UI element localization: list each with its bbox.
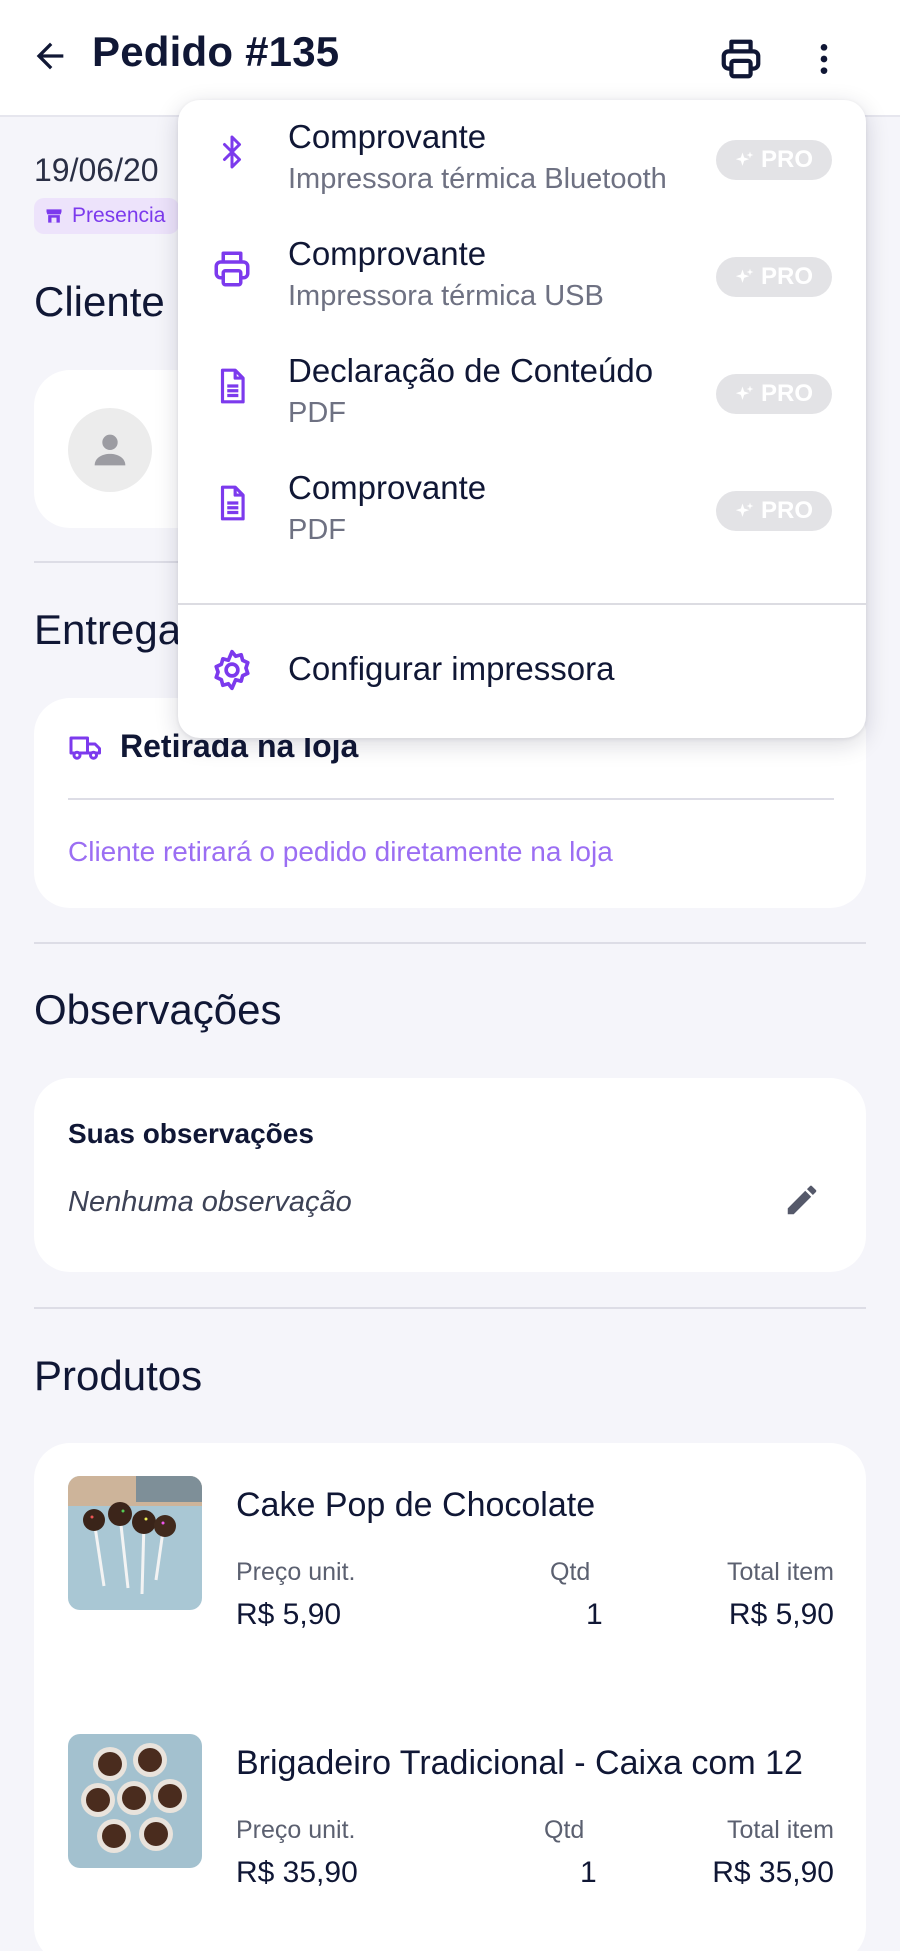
sparkle-icon (735, 385, 754, 400)
quantity-label: Qtd (544, 1816, 585, 1844)
item-total: R$ 35,90 (712, 1856, 834, 1889)
quantity: 1 (580, 1856, 597, 1889)
menu-item-title: Declaração de Conteúdo (288, 352, 654, 389)
menu-item-title: Configurar impressora (288, 650, 615, 687)
sparkle-icon (735, 502, 754, 517)
unit-price: R$ 5,90 (236, 1598, 342, 1631)
menu-item-configure-printer[interactable]: Configurar impressora (178, 610, 866, 730)
menu-item-title: Comprovante (288, 469, 487, 506)
unit-price-label: Preço unit. (236, 1816, 356, 1844)
unit-price-label: Preço unit. (236, 1558, 356, 1586)
person-icon (94, 434, 126, 466)
printer-icon (721, 39, 761, 79)
print-options-menu: Comprovante Impressora térmica Bluetooth… (178, 100, 866, 738)
pro-badge-label: PRO (760, 146, 813, 173)
client-heading: Cliente (34, 278, 165, 325)
pro-badge-label: PRO (760, 263, 813, 290)
pencil-icon (787, 1185, 817, 1215)
pro-badge: PRO (716, 491, 832, 531)
store-icon (46, 209, 62, 223)
menu-item-bluetooth-receipt[interactable]: Comprovante Impressora térmica Bluetooth… (178, 100, 866, 217)
product-item[interactable]: Brigadeiro Tradicional - Caixa com 12 Pr… (68, 1734, 834, 1934)
product-item[interactable]: Cake Pop de Chocolate Preço unit. Qtd To… (68, 1476, 834, 1676)
unit-price: R$ 35,90 (236, 1856, 358, 1889)
observations-label: Suas observações (68, 1118, 314, 1149)
menu-item-receipt-pdf[interactable]: Comprovante PDF PRO (178, 451, 866, 568)
pro-badge: PRO (716, 257, 832, 297)
printer-icon (208, 245, 256, 293)
delivery-heading: Entrega (34, 606, 182, 653)
menu-item-content-declaration-pdf[interactable]: Declaração de Conteúdo PDF PRO (178, 334, 866, 451)
product-image (68, 1476, 202, 1610)
avatar (68, 408, 152, 492)
arrow-left-icon (36, 42, 64, 70)
more-options-button[interactable] (800, 32, 848, 86)
menu-divider (178, 603, 866, 605)
page-title: Pedido #135 (92, 28, 340, 75)
observations-card: Suas observações Nenhuma observação (34, 1078, 866, 1272)
truck-icon (69, 736, 101, 760)
item-total: R$ 5,90 (728, 1598, 834, 1631)
products-heading: Produtos (34, 1352, 203, 1399)
products-card: Cake Pop de Chocolate Preço unit. Qtd To… (34, 1443, 866, 1951)
bluetooth-icon (208, 128, 256, 176)
quantity: 1 (586, 1598, 603, 1631)
delivery-note: Cliente retirará o pedido diretamente na… (68, 836, 613, 867)
menu-item-title: Comprovante (288, 118, 487, 155)
menu-item-usb-receipt[interactable]: Comprovante Impressora térmica USB PRO (178, 217, 866, 334)
back-button[interactable] (26, 32, 74, 80)
sparkle-icon (735, 151, 754, 166)
section-divider (34, 942, 866, 944)
pro-badge: PRO (716, 140, 832, 180)
product-name: Brigadeiro Tradicional - Caixa com 12 (236, 1744, 803, 1782)
menu-item-subtitle: PDF (288, 514, 346, 546)
quantity-label: Qtd (550, 1558, 591, 1586)
channel-label: Presencia (72, 204, 166, 227)
more-vertical-icon (820, 44, 828, 74)
section-divider (34, 1307, 866, 1309)
pro-badge-label: PRO (760, 380, 813, 407)
pro-badge: PRO (716, 374, 832, 414)
sparkle-icon (735, 268, 754, 283)
item-total-label: Total item (727, 1558, 834, 1586)
document-icon (208, 479, 256, 527)
observations-value: Nenhuma observação (68, 1186, 352, 1218)
delivery-divider (68, 798, 834, 800)
item-total-label: Total item (727, 1816, 834, 1844)
product-image (68, 1734, 202, 1868)
menu-item-subtitle: PDF (288, 397, 346, 429)
menu-item-title: Comprovante (288, 235, 487, 272)
menu-item-subtitle: Impressora térmica Bluetooth (288, 163, 667, 195)
edit-observations-button[interactable] (778, 1176, 826, 1224)
menu-item-subtitle: Impressora térmica USB (288, 280, 604, 312)
gear-icon (208, 646, 256, 694)
document-icon (208, 362, 256, 410)
channel-badge: Presencia (34, 198, 180, 234)
print-button[interactable] (714, 32, 768, 86)
observations-heading: Observações (34, 986, 282, 1033)
product-name: Cake Pop de Chocolate (236, 1486, 596, 1524)
order-date: 19/06/20 (34, 152, 159, 188)
pro-badge-label: PRO (760, 497, 813, 524)
